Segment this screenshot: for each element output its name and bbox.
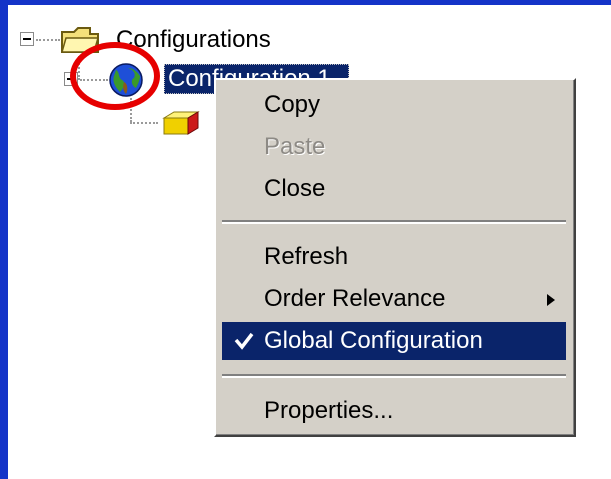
yellow-box-icon (162, 111, 200, 135)
checkmark-icon (234, 332, 254, 350)
menu-item-label: Refresh (264, 243, 349, 270)
highlight-ring (70, 42, 160, 110)
menu-separator (222, 374, 566, 378)
tree-connector (36, 39, 60, 41)
menu-item-properties[interactable]: Properties... (222, 392, 566, 430)
menu-item-close[interactable]: Close (222, 170, 566, 208)
menu-item-copy[interactable]: Copy (222, 86, 566, 124)
menu-item-label: Copy (264, 91, 321, 118)
menu-item-label: Paste (264, 133, 326, 160)
tree-connector (130, 122, 158, 124)
menu-item-global-configuration[interactable]: Global Configuration (222, 322, 566, 360)
submenu-arrow-icon (547, 294, 555, 306)
menu-item-refresh[interactable]: Refresh (222, 238, 566, 276)
menu-item-order-relevance[interactable]: Order Relevance (222, 280, 566, 318)
menu-item-label: Close (264, 175, 326, 202)
menu-separator (222, 220, 566, 224)
context-menu: Copy Paste Close Refresh Order Relevance… (214, 78, 576, 437)
menu-item-paste: Paste (222, 128, 566, 166)
menu-item-label: Properties... (264, 397, 394, 424)
collapse-toggle-configurations[interactable] (20, 32, 34, 46)
menu-item-label: Order Relevance (264, 285, 446, 312)
menu-item-label: Global Configuration (264, 327, 483, 354)
